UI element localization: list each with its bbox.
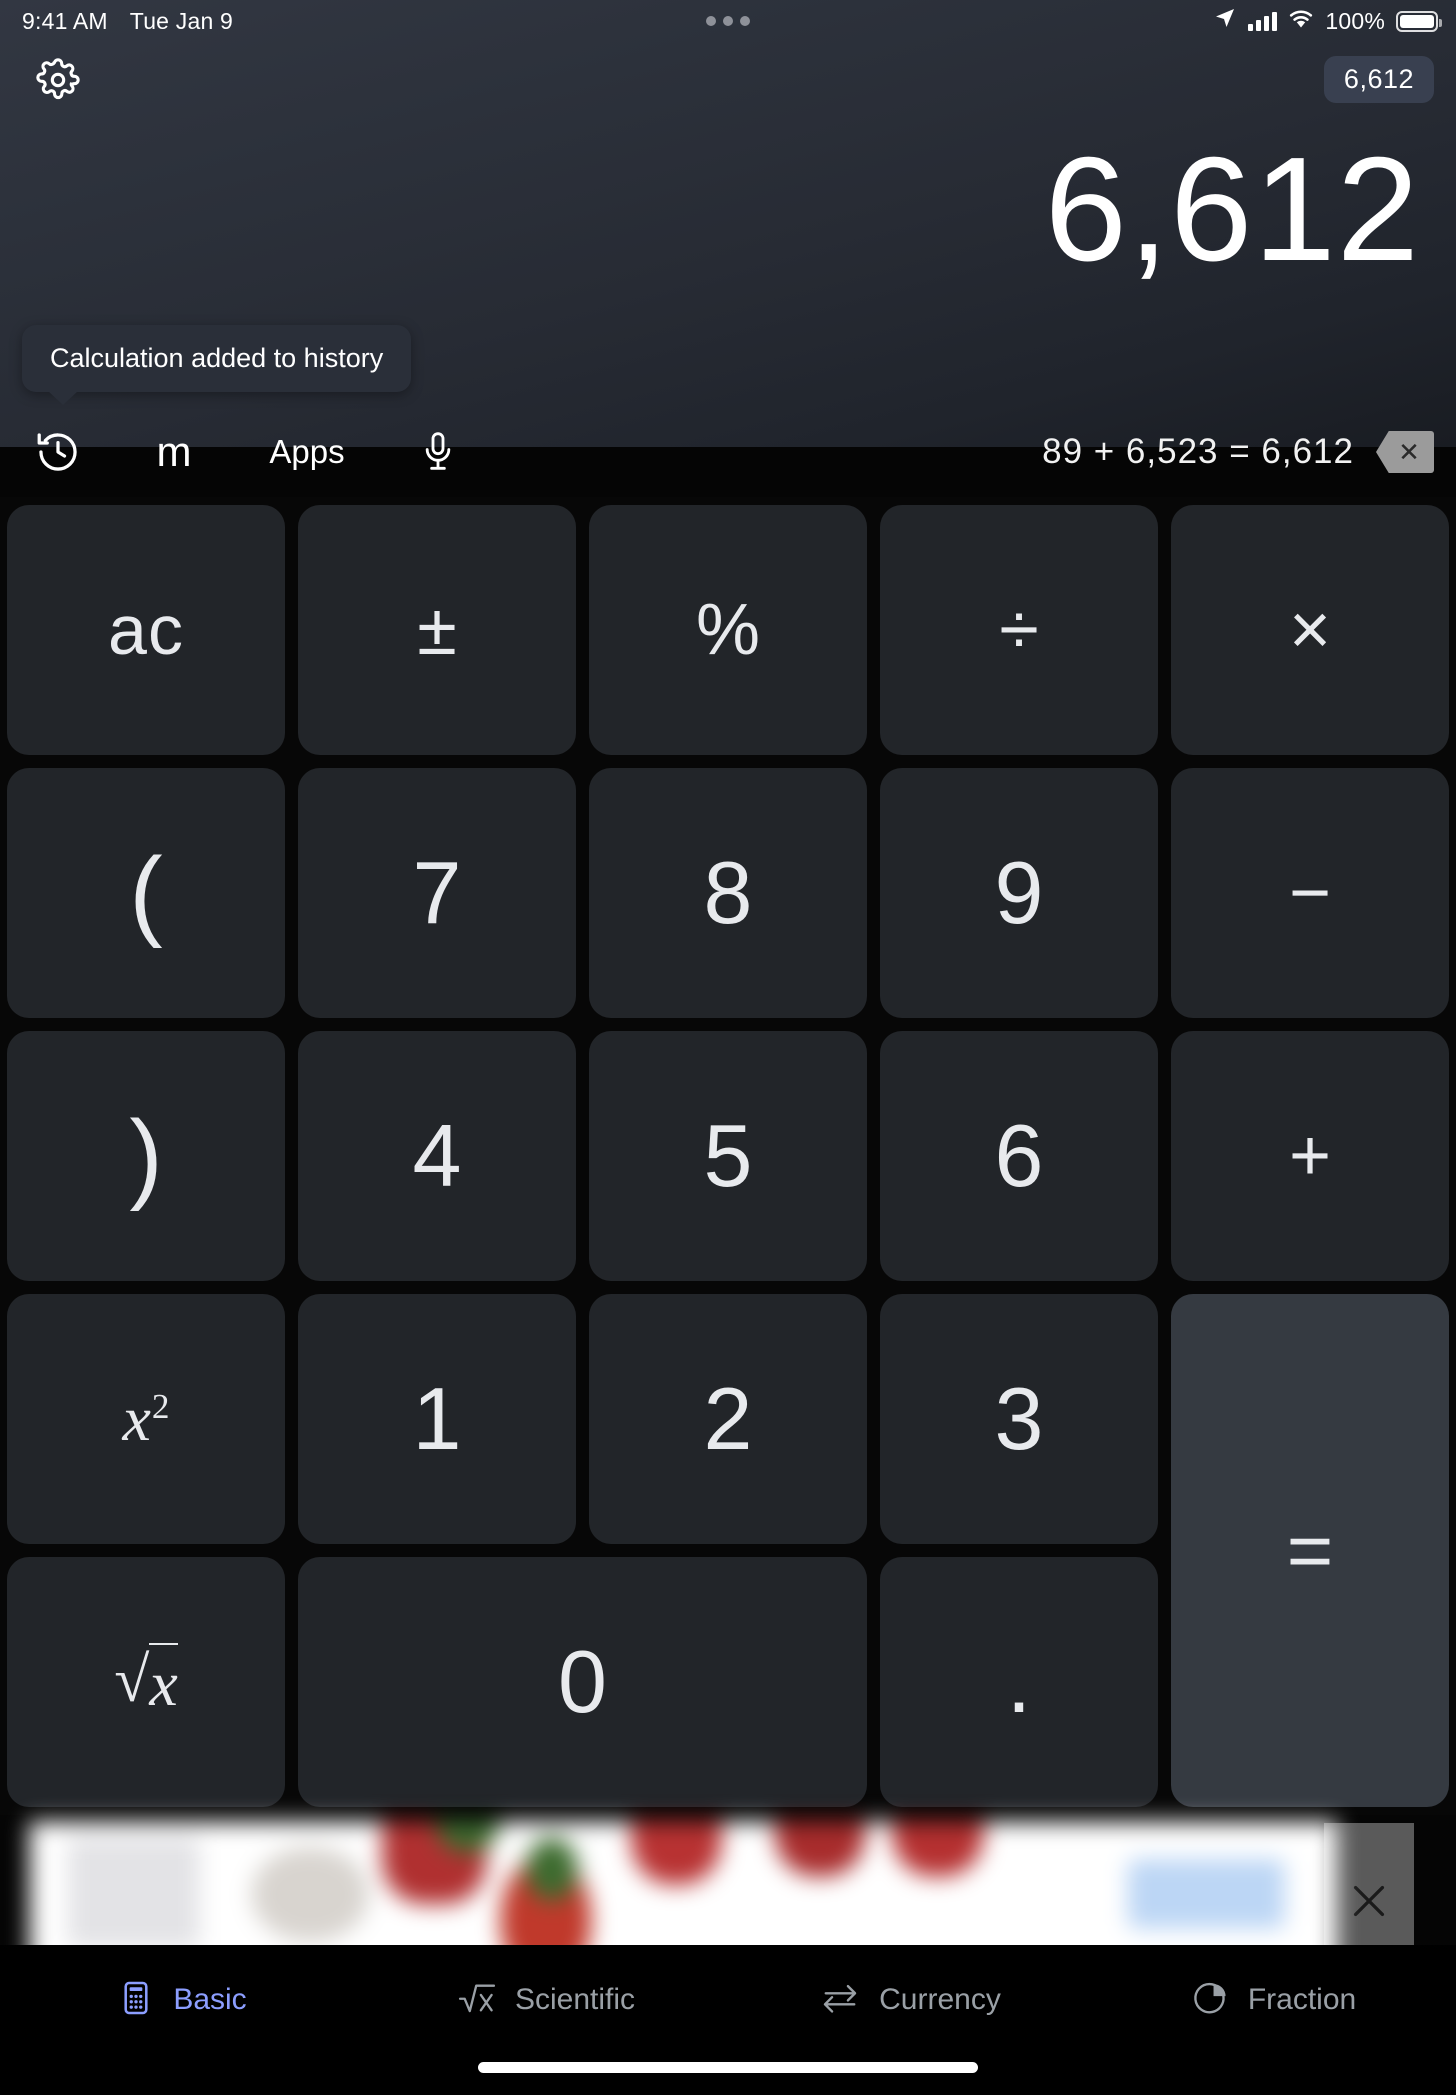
tab-fraction-label: Fraction xyxy=(1247,1983,1357,2016)
key-0[interactable]: 0 xyxy=(298,1557,867,1807)
battery-icon xyxy=(1396,10,1442,32)
key-6[interactable]: 6 xyxy=(880,1031,1158,1281)
display-panel: 9:41 AM Tue Jan 9 100% 6,612 6,612 Calcu… xyxy=(0,0,1456,475)
tab-fraction[interactable]: Fraction xyxy=(1092,1967,1456,2033)
key-open-paren[interactable]: ( xyxy=(7,768,285,1018)
key-8[interactable]: 8 xyxy=(589,768,867,1018)
microphone-icon[interactable] xyxy=(382,408,494,496)
key-square-glyph: x2 xyxy=(122,1383,170,1454)
status-date: Tue Jan 9 xyxy=(129,7,234,34)
key-plus[interactable]: + xyxy=(1171,1031,1449,1281)
apps-button[interactable]: Apps xyxy=(232,408,382,496)
key-square-root-glyph: √ x xyxy=(114,1643,178,1719)
key-square-root[interactable]: √ x xyxy=(7,1557,285,1807)
calculator-app: 9:41 AM Tue Jan 9 100% 6,612 6,612 Calcu… xyxy=(0,0,1456,2095)
key-equals[interactable]: = xyxy=(1171,1294,1449,1807)
status-bar-left: 9:41 AM Tue Jan 9 xyxy=(0,8,233,35)
wifi-icon xyxy=(1288,8,1314,35)
tab-currency[interactable]: Currency xyxy=(728,1967,1092,2033)
bottom-tab-bar: Basic Scientific Currency Fraction xyxy=(0,1945,1456,2095)
key-decimal[interactable]: . xyxy=(880,1557,1158,1807)
action-toolbar: m Apps 89 + 6,523 = 6,612 ✕ xyxy=(0,408,1456,496)
tab-scientific[interactable]: Scientific xyxy=(364,1967,728,2033)
home-indicator[interactable] xyxy=(478,2062,978,2073)
key-percent[interactable]: % xyxy=(589,505,867,755)
key-close-paren[interactable]: ) xyxy=(7,1031,285,1281)
tab-basic[interactable]: Basic xyxy=(0,1967,364,2033)
pie-chart-icon xyxy=(1192,1979,1230,2022)
tab-basic-label: Basic xyxy=(173,1983,247,2016)
history-clock-icon[interactable] xyxy=(0,408,116,496)
result-display[interactable]: 6,612 xyxy=(120,132,1420,288)
key-5[interactable]: 5 xyxy=(589,1031,867,1281)
key-all-clear[interactable]: ac xyxy=(7,505,285,755)
key-divide[interactable]: ÷ xyxy=(880,505,1158,755)
toast-message: Calculation added to history xyxy=(22,325,412,405)
backspace-icon[interactable]: ✕ xyxy=(1376,431,1434,473)
tab-currency-label: Currency xyxy=(879,1983,1001,2016)
status-time: 9:41 AM xyxy=(22,7,108,34)
cellular-signal-icon xyxy=(1248,11,1278,31)
memory-button[interactable]: m xyxy=(116,408,232,496)
key-2[interactable]: 2 xyxy=(589,1294,867,1544)
three-dots-icon xyxy=(706,16,750,26)
location-arrow-icon xyxy=(1213,6,1237,36)
key-7[interactable]: 7 xyxy=(298,768,576,1018)
calculator-icon xyxy=(117,1979,155,2022)
square-root-icon xyxy=(457,1979,497,2022)
toolbar-right: 89 + 6,523 = 6,612 ✕ xyxy=(1042,431,1456,473)
key-4[interactable]: 4 xyxy=(298,1031,576,1281)
memory-badge[interactable]: 6,612 xyxy=(1323,56,1434,103)
key-square[interactable]: x2 xyxy=(7,1294,285,1544)
gear-icon[interactable] xyxy=(36,58,80,102)
toolbar-left: m Apps xyxy=(0,408,494,496)
key-1[interactable]: 1 xyxy=(298,1294,576,1544)
key-multiply[interactable]: × xyxy=(1171,505,1449,755)
swap-arrows-icon xyxy=(819,1979,861,2022)
key-3[interactable]: 3 xyxy=(880,1294,1158,1544)
status-bar: 9:41 AM Tue Jan 9 100% xyxy=(0,0,1456,42)
keypad: ac ± % ÷ × ( 7 8 9 − ) 4 5 6 + x2 1 2 3 … xyxy=(0,497,1456,1815)
battery-percent: 100% xyxy=(1325,7,1385,34)
expression-text[interactable]: 89 + 6,523 = 6,612 xyxy=(1042,432,1354,472)
key-minus[interactable]: − xyxy=(1171,768,1449,1018)
tab-scientific-label: Scientific xyxy=(514,1983,636,2016)
key-plus-minus[interactable]: ± xyxy=(298,505,576,755)
status-bar-right: 100% xyxy=(1213,6,1456,36)
key-9[interactable]: 9 xyxy=(880,768,1158,1018)
